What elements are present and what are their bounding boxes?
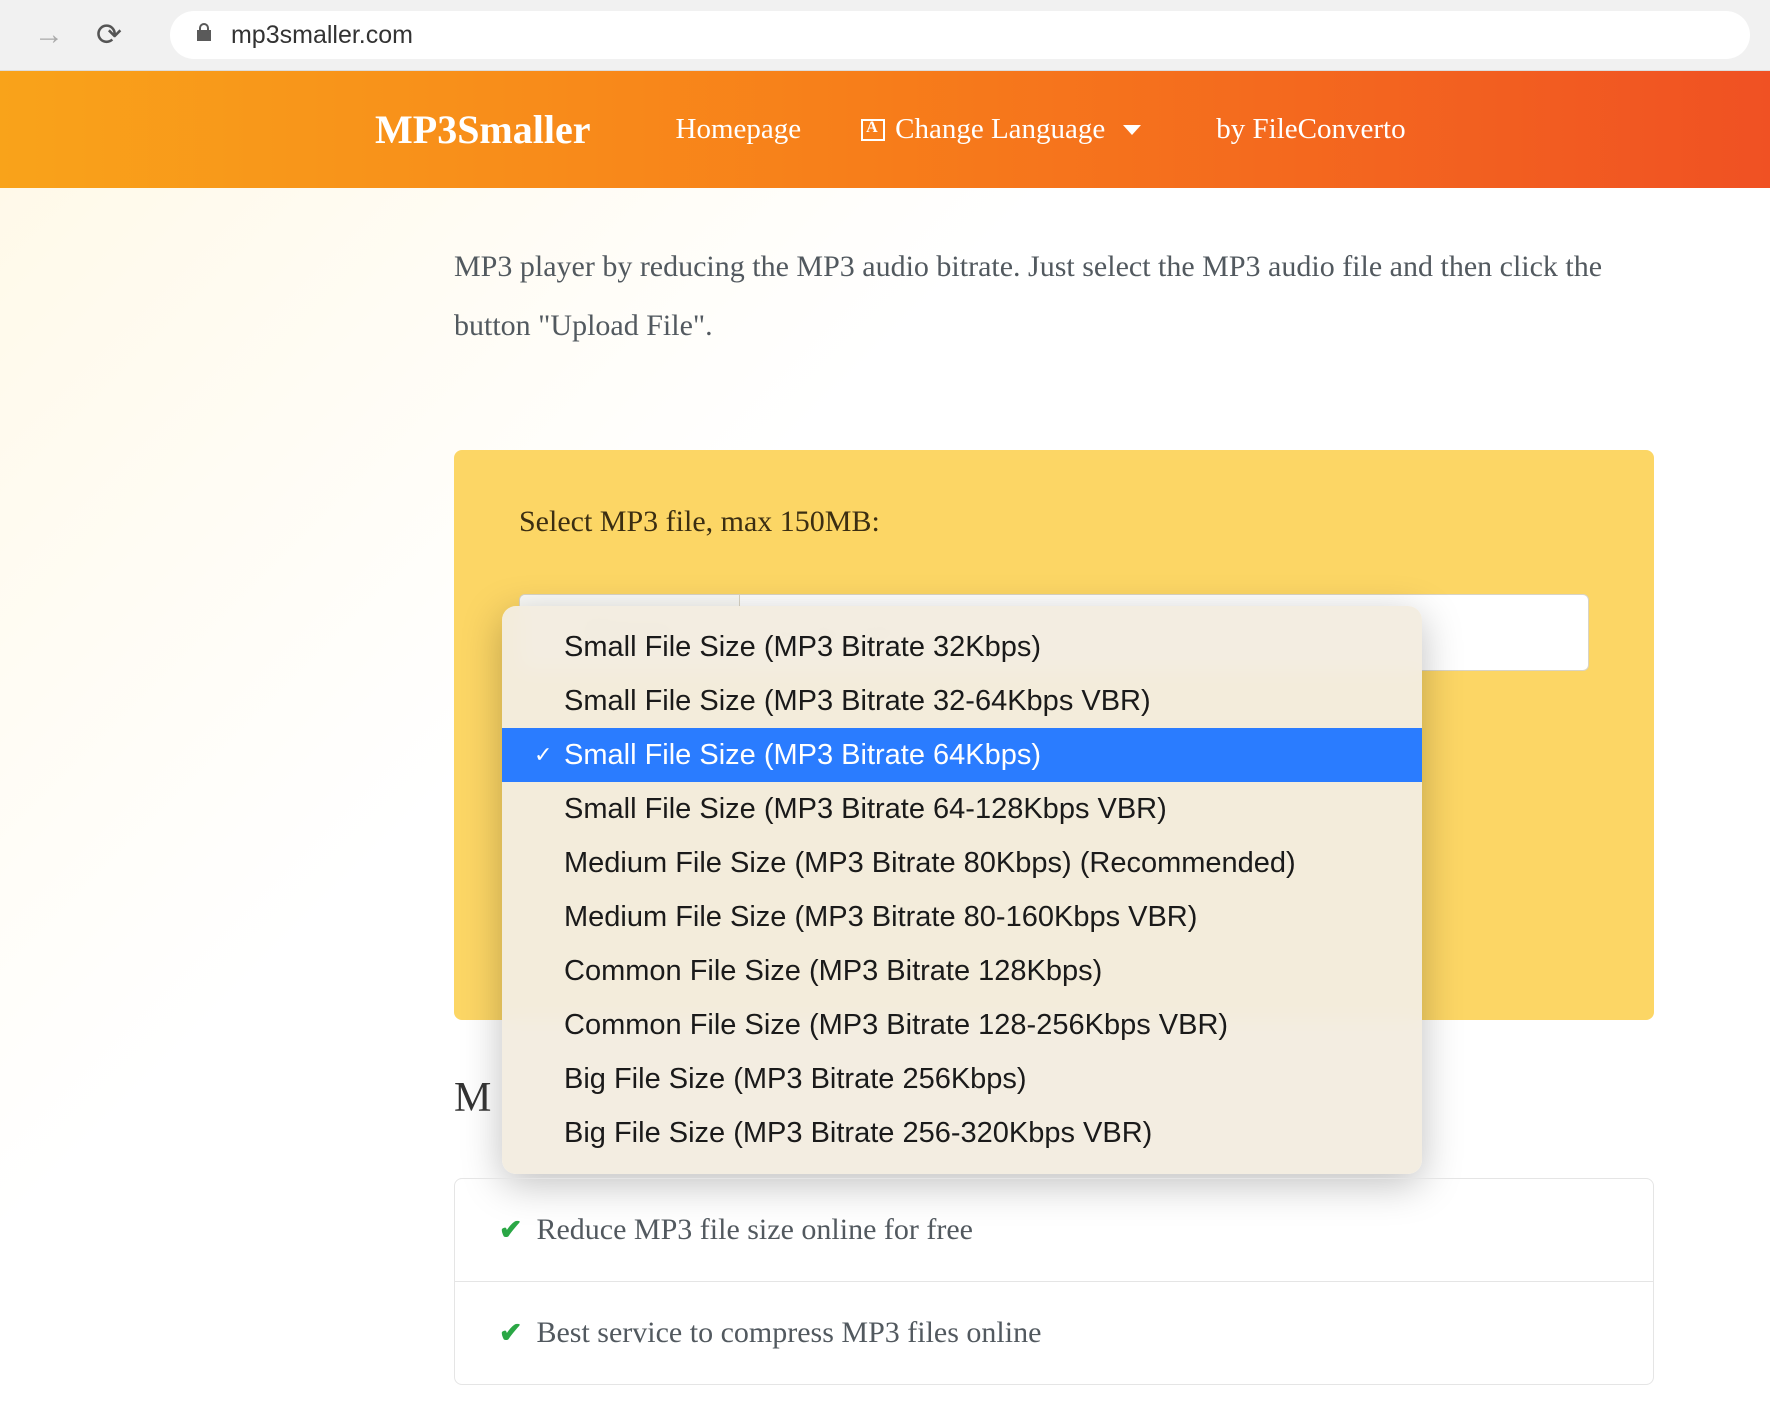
bitrate-option[interactable]: ✓Big File Size (MP3 Bitrate 256-320Kbps … <box>502 1106 1422 1160</box>
upload-label: Select MP3 file, max 150MB: <box>519 505 1589 539</box>
bitrate-option[interactable]: ✓Medium File Size (MP3 Bitrate 80Kbps) (… <box>502 836 1422 890</box>
chevron-down-icon <box>1123 125 1141 135</box>
bitrate-dropdown-menu[interactable]: ✓Small File Size (MP3 Bitrate 32Kbps)✓Sm… <box>502 606 1422 1174</box>
forward-arrow-icon: → <box>20 18 78 52</box>
site-header: MP3Smaller Homepage Change Language by F… <box>0 71 1770 188</box>
nav-language-label: Change Language <box>895 113 1105 146</box>
checkmark-icon: ✓ <box>534 742 556 768</box>
bitrate-option-label: Big File Size (MP3 Bitrate 256Kbps) <box>564 1063 1027 1096</box>
bitrate-option[interactable]: ✓Common File Size (MP3 Bitrate 128Kbps) <box>502 944 1422 998</box>
browser-toolbar: → ⟳ mp3smaller.com <box>0 0 1770 71</box>
check-icon: ✔ <box>499 1316 522 1350</box>
refresh-icon[interactable]: ⟳ <box>78 17 140 53</box>
feature-text: Best service to compress MP3 files onlin… <box>536 1316 1041 1350</box>
address-bar[interactable]: mp3smaller.com <box>170 11 1750 59</box>
nav-homepage[interactable]: Homepage <box>676 113 802 146</box>
bitrate-option-label: Big File Size (MP3 Bitrate 256-320Kbps V… <box>564 1117 1152 1150</box>
feature-text: Reduce MP3 file size online for free <box>536 1213 973 1247</box>
check-icon: ✔ <box>499 1213 522 1247</box>
feature-item: ✔ Best service to compress MP3 files onl… <box>455 1282 1653 1384</box>
bitrate-option-label: Common File Size (MP3 Bitrate 128-256Kbp… <box>564 1009 1228 1042</box>
url-text: mp3smaller.com <box>231 21 413 50</box>
nav-by-fileconverto[interactable]: by FileConverto <box>1216 113 1405 146</box>
lock-icon <box>195 22 213 48</box>
bitrate-option-label: Medium File Size (MP3 Bitrate 80Kbps) (R… <box>564 847 1296 880</box>
bitrate-option[interactable]: ✓Medium File Size (MP3 Bitrate 80-160Kbp… <box>502 890 1422 944</box>
bitrate-option[interactable]: ✓Common File Size (MP3 Bitrate 128-256Kb… <box>502 998 1422 1052</box>
section-heading-partial: M <box>454 1074 491 1122</box>
bitrate-option[interactable]: ✓Small File Size (MP3 Bitrate 64-128Kbps… <box>502 782 1422 836</box>
nav-homepage-label: Homepage <box>676 113 802 146</box>
page-body: MP3 player by reducing the MP3 audio bit… <box>0 188 1770 1416</box>
bitrate-option[interactable]: ✓Small File Size (MP3 Bitrate 32Kbps) <box>502 620 1422 674</box>
bitrate-option[interactable]: ✓ Small File Size (MP3 Bitrate 64Kbps) <box>502 728 1422 782</box>
bitrate-option[interactable]: ✓Small File Size (MP3 Bitrate 32-64Kbps … <box>502 674 1422 728</box>
nav-change-language[interactable]: Change Language <box>861 113 1141 146</box>
bitrate-option-label: Small File Size (MP3 Bitrate 64-128Kbps … <box>564 793 1167 826</box>
site-logo[interactable]: MP3Smaller <box>375 106 591 153</box>
bitrate-option-label: Small File Size (MP3 Bitrate 32-64Kbps V… <box>564 685 1151 718</box>
bitrate-option-label: Medium File Size (MP3 Bitrate 80-160Kbps… <box>564 901 1197 934</box>
features-list: ✔ Reduce MP3 file size online for free ✔… <box>454 1178 1654 1385</box>
language-icon <box>861 119 885 141</box>
feature-item: ✔ Reduce MP3 file size online for free <box>455 1179 1653 1282</box>
bitrate-option-label: Small File Size (MP3 Bitrate 64Kbps) <box>564 739 1041 772</box>
nav-by-label: by FileConverto <box>1216 113 1405 146</box>
bitrate-option[interactable]: ✓Big File Size (MP3 Bitrate 256Kbps) <box>502 1052 1422 1106</box>
intro-paragraph: MP3 player by reducing the MP3 audio bit… <box>454 188 1654 355</box>
bitrate-option-label: Common File Size (MP3 Bitrate 128Kbps) <box>564 955 1102 988</box>
bitrate-option-label: Small File Size (MP3 Bitrate 32Kbps) <box>564 631 1041 664</box>
